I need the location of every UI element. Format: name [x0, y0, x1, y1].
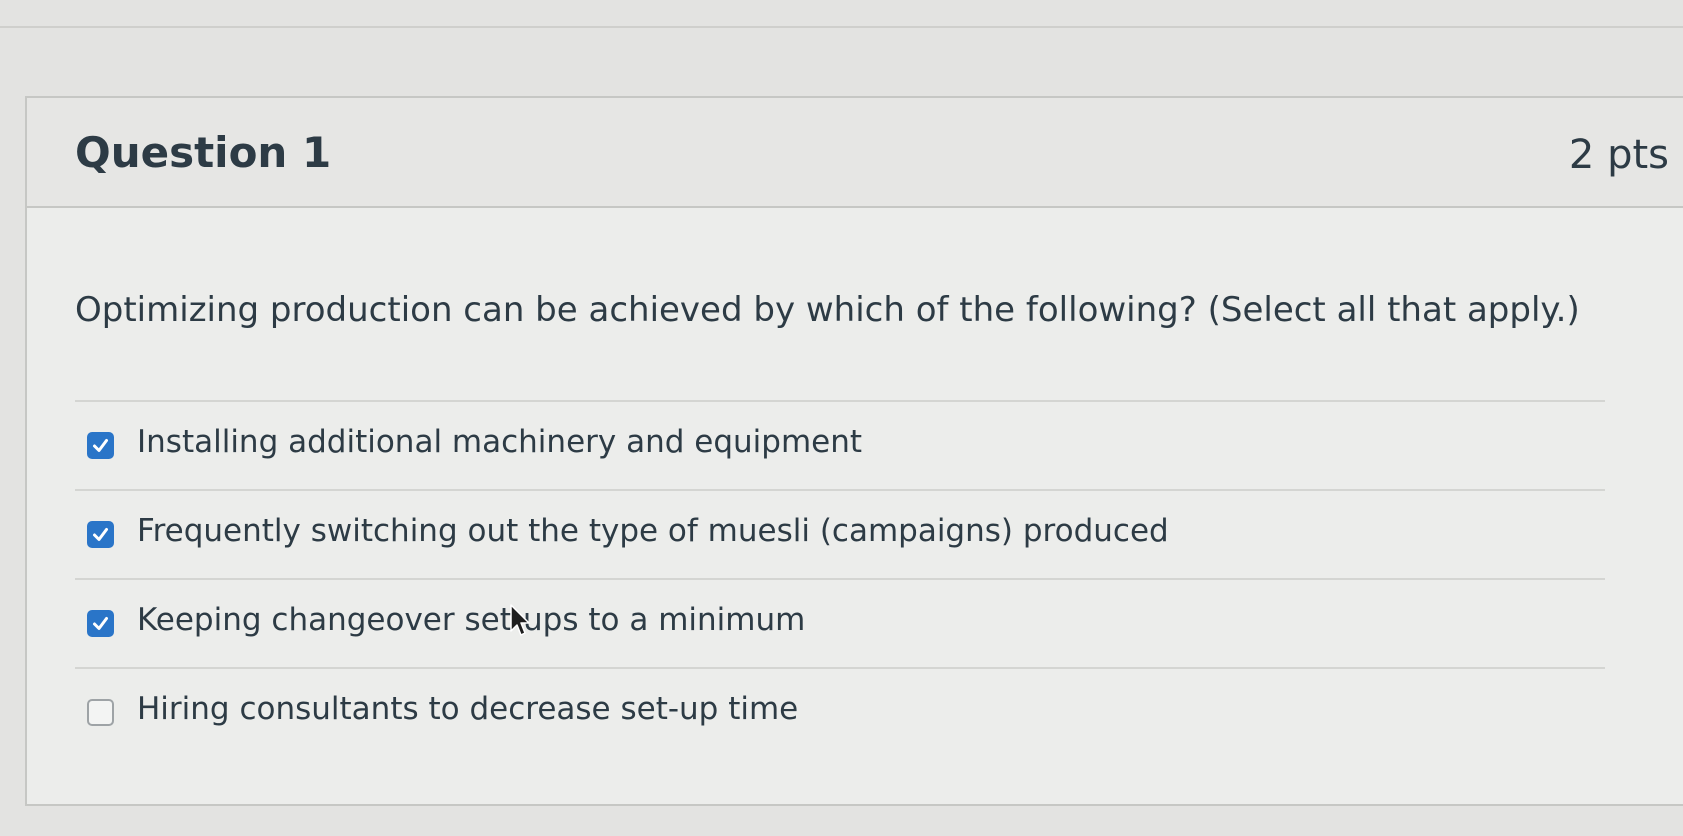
answer-label-4: Hiring consultants to decrease set-up ti…	[137, 691, 799, 727]
answer-label-2: Frequently switching out the type of mue…	[137, 513, 1169, 549]
question-title: Question 1	[75, 128, 332, 177]
answer-option-4[interactable]: Hiring consultants to decrease set-up ti…	[75, 667, 1605, 756]
answer-checkbox-2[interactable]	[87, 521, 114, 548]
answer-checkbox-1[interactable]	[87, 432, 114, 459]
question-header: Question 1 2 pts	[27, 98, 1683, 208]
mouse-pointer-icon	[510, 604, 530, 636]
answer-list: Installing additional machinery and equi…	[75, 400, 1605, 756]
question-points: 2 pts	[1568, 132, 1669, 178]
answer-checkbox-4[interactable]	[87, 699, 114, 726]
checkmark-icon	[93, 439, 108, 452]
answer-option-3[interactable]: Keeping changeover set-ups to a minimum	[75, 578, 1605, 667]
checkmark-icon	[93, 528, 108, 541]
answer-checkbox-3[interactable]	[87, 610, 114, 637]
question-prompt: Optimizing production can be achieved by…	[75, 290, 1580, 330]
answer-label-3: Keeping changeover set-ups to a minimum	[137, 602, 806, 638]
checkmark-icon	[93, 617, 108, 630]
answer-label-1: Installing additional machinery and equi…	[137, 424, 863, 460]
question-card: Question 1 2 pts Optimizing production c…	[25, 96, 1683, 806]
page-top-divider	[0, 26, 1683, 28]
answer-option-1[interactable]: Installing additional machinery and equi…	[75, 400, 1605, 489]
answer-option-2[interactable]: Frequently switching out the type of mue…	[75, 489, 1605, 578]
